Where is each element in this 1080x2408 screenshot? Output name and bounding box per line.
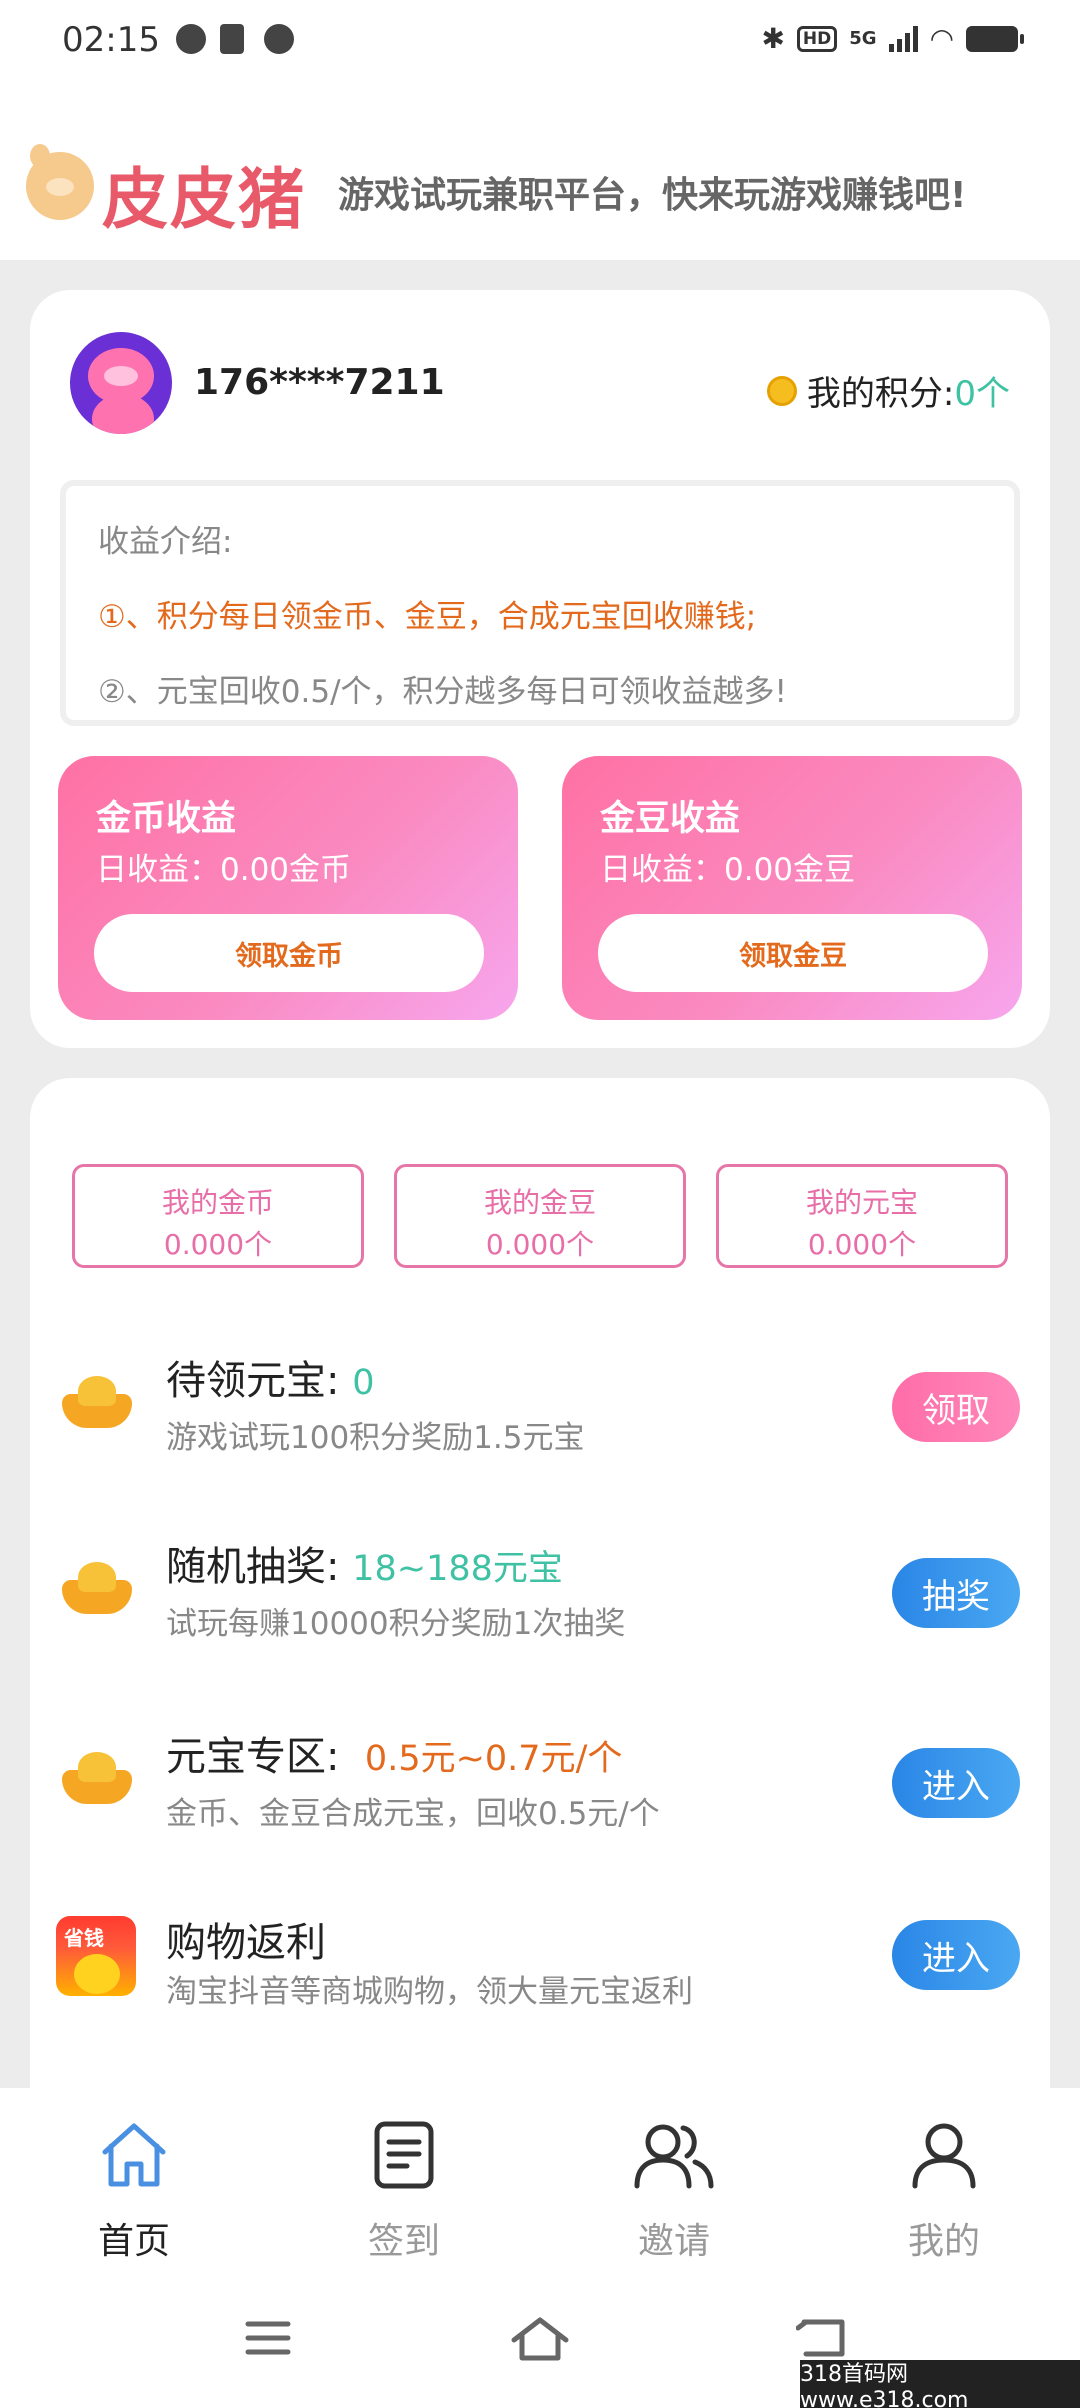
- home-nav-icon[interactable]: [510, 2314, 570, 2362]
- income-intro: 收益介绍: ①、积分每日领金币、金豆，合成元宝回收赚钱; ②、元宝回收0.5/个…: [60, 480, 1020, 726]
- row-desc: 试玩每赚10000积分奖励1次抽奖: [166, 1606, 626, 1642]
- earn-daily: 日收益：0.00金币: [96, 852, 352, 888]
- tab-home[interactable]: 首页: [34, 2118, 234, 2264]
- balance-label: 我的元宝: [805, 1186, 918, 1219]
- gold-bean-earnings-card: 金豆收益 日收益：0.00金豆 领取金豆: [562, 756, 1022, 1020]
- wifi-icon: ◠: [929, 22, 954, 55]
- shopping-rebate-row: 省钱 购物返利 淘宝抖音等商城购物，领大量元宝返利 进入: [30, 1910, 1050, 2030]
- row-desc: 游戏试玩100积分奖励1.5元宝: [166, 1420, 585, 1456]
- status-bar: 02:15 ✱ HD 5G ◠: [0, 0, 1080, 86]
- checkin-icon: [374, 2121, 434, 2189]
- user-card: 176****7211 我的积分: 0个 收益介绍: ①、积分每日领金币、金豆，…: [30, 290, 1050, 1048]
- row-title: 随机抽奖: 18~188元宝: [166, 1544, 563, 1590]
- row-value: 18~188元宝: [352, 1549, 563, 1589]
- row-desc: 淘宝抖音等商城购物，领大量元宝返利: [166, 1974, 693, 2010]
- shopping-app-icon: 省钱: [56, 1916, 136, 1996]
- profile-icon: [912, 2123, 976, 2189]
- enter-shopping-button[interactable]: 进入: [892, 1920, 1020, 1990]
- my-beans-box[interactable]: 我的金豆 0.000个: [394, 1164, 686, 1268]
- balance-value: 0.000个: [485, 1228, 595, 1261]
- row-title: 元宝专区: 0.5元~0.7元/个: [166, 1734, 623, 1780]
- hd-badge: HD: [796, 25, 838, 52]
- tab-profile[interactable]: 我的: [844, 2118, 1044, 2264]
- globe-icon: [176, 24, 206, 54]
- tab-label: 邀请: [637, 2221, 710, 2262]
- points-label: 我的积分:: [806, 374, 955, 414]
- coin-icon: [766, 375, 797, 406]
- ingot-icon: [62, 1562, 132, 1618]
- home-icon: [102, 2123, 166, 2187]
- pig-logo-icon: [26, 144, 94, 220]
- my-ingots-box[interactable]: 我的元宝 0.000个: [716, 1164, 1008, 1268]
- user-phone: 176****7211: [194, 362, 445, 403]
- status-time: 02:15: [62, 20, 160, 60]
- back-icon[interactable]: [796, 2316, 850, 2360]
- my-coins-box[interactable]: 我的金币 0.000个: [72, 1164, 364, 1268]
- bluetooth-icon: ✱: [761, 22, 785, 55]
- invite-icon: [634, 2124, 714, 2189]
- signal-icon: [888, 25, 918, 52]
- assets-card: 我的金币 0.000个 我的金豆 0.000个 我的元宝 0.000个 待领元宝…: [30, 1078, 1050, 2088]
- ingot-zone-row: 元宝专区: 0.5元~0.7元/个 金币、金豆合成元宝，回收0.5元/个 进入: [30, 1724, 1050, 1844]
- balance-value: 0.000个: [807, 1228, 917, 1261]
- balance-label: 我的金豆: [483, 1186, 596, 1219]
- claim-coin-button[interactable]: 领取金币: [94, 914, 484, 992]
- brand-name: 皮皮猪: [102, 161, 306, 238]
- balance-label: 我的金币: [161, 1186, 274, 1219]
- tab-invite[interactable]: 邀请: [574, 2118, 774, 2264]
- tab-label: 我的: [907, 2221, 980, 2262]
- points-display: 我的积分: 0个: [766, 366, 1010, 415]
- tab-checkin[interactable]: 签到: [304, 2118, 504, 2264]
- intro-line-1: ①、积分每日领金币、金豆，合成元宝回收赚钱;: [98, 599, 757, 635]
- avatar[interactable]: [70, 332, 172, 434]
- menu-icon[interactable]: [244, 2318, 292, 2358]
- gold-coin-earnings-card: 金币收益 日收益：0.00金币 领取金币: [58, 756, 518, 1020]
- check-circle-icon: [264, 24, 294, 54]
- lottery-row: 随机抽奖: 18~188元宝 试玩每赚10000积分奖励1次抽奖 抽奖: [30, 1534, 1050, 1654]
- clipboard-icon: [220, 24, 244, 54]
- claim-bean-button[interactable]: 领取金豆: [598, 914, 988, 992]
- tab-label: 首页: [97, 2221, 170, 2262]
- watermark: 318首码网 www.e318.com: [800, 2360, 1080, 2408]
- battery-icon: [966, 25, 1024, 52]
- lottery-button[interactable]: 抽奖: [892, 1558, 1020, 1628]
- system-nav-bar: 318首码网 www.e318.com: [0, 2288, 1080, 2408]
- intro-line-2: ②、元宝回收0.5/个，积分越多每日可领收益越多!: [98, 674, 787, 710]
- row-title: 购物返利: [166, 1920, 326, 1966]
- intro-title: 收益介绍:: [98, 524, 233, 560]
- points-value: 0个: [954, 374, 1010, 414]
- row-title: 待领元宝: 0: [166, 1358, 375, 1404]
- pending-ingots-row: 待领元宝: 0 游戏试玩100积分奖励1.5元宝 领取: [30, 1348, 1050, 1468]
- slogan: 游戏试玩兼职平台，快来玩游戏赚钱吧!: [338, 175, 967, 216]
- earn-title: 金豆收益: [600, 799, 741, 839]
- tab-label: 签到: [367, 2221, 440, 2262]
- status-right: ✱ HD 5G ◠: [761, 22, 1024, 55]
- row-value: 0.5元~0.7元/个: [364, 1739, 623, 1779]
- ingot-icon: [62, 1752, 132, 1808]
- earn-daily: 日收益：0.00金豆: [600, 852, 856, 888]
- bottom-tab-bar: 首页 签到 邀请 我的: [0, 2088, 1080, 2288]
- app-header: 皮皮猪 游戏试玩兼职平台，快来玩游戏赚钱吧!: [0, 86, 1080, 260]
- ingot-icon: [62, 1376, 132, 1432]
- earn-title: 金币收益: [96, 799, 237, 839]
- enter-ingot-zone-button[interactable]: 进入: [892, 1748, 1020, 1818]
- claim-ingot-button[interactable]: 领取: [892, 1372, 1020, 1442]
- network-type: 5G: [849, 28, 877, 49]
- row-desc: 金币、金豆合成元宝，回收0.5元/个: [166, 1796, 660, 1832]
- row-value: 0: [352, 1363, 375, 1403]
- balance-value: 0.000个: [163, 1228, 273, 1261]
